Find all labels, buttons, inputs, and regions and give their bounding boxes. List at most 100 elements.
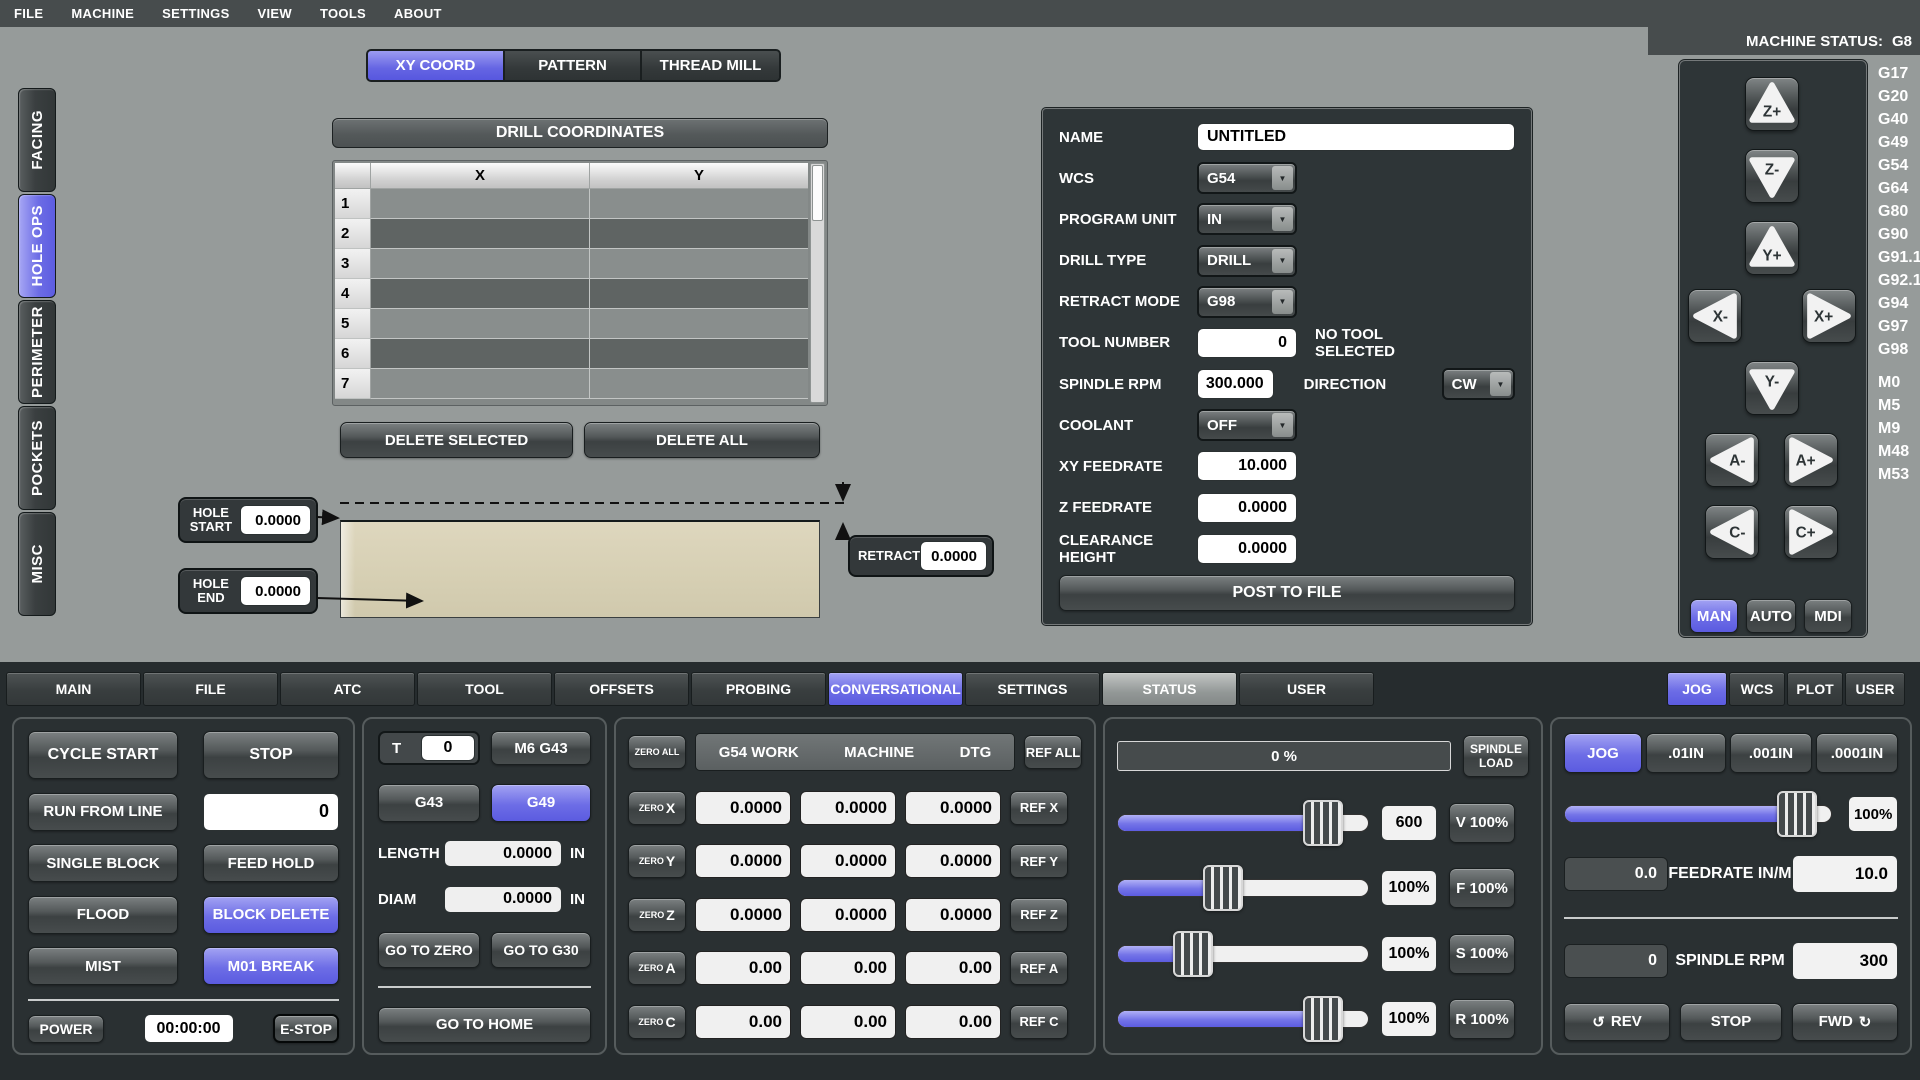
ref-y-button[interactable]: REF Y: [1010, 844, 1068, 878]
tab-status[interactable]: STATUS: [1102, 672, 1237, 706]
jog-a-plus-button[interactable]: A+: [1784, 433, 1838, 487]
ref-c-button[interactable]: REF C: [1010, 1005, 1068, 1039]
tab-thread-mill[interactable]: THREAD MILL: [642, 51, 779, 80]
jog-c-minus-button[interactable]: C-: [1705, 505, 1759, 559]
z-feedrate-input[interactable]: 0.0000: [1197, 493, 1297, 523]
tab-facing[interactable]: FACING: [18, 88, 56, 192]
jog-z-minus-button[interactable]: Z-: [1745, 149, 1799, 203]
spindle-rev-button[interactable]: ↺ REV: [1564, 1003, 1670, 1041]
tab-plot-view[interactable]: PLOT: [1787, 672, 1843, 706]
column-header-y[interactable]: Y: [590, 163, 808, 189]
delete-all-button[interactable]: DELETE ALL: [584, 422, 820, 458]
table-cell[interactable]: [590, 279, 808, 309]
increment-01in-button[interactable]: .01IN: [1646, 733, 1726, 773]
table-cell[interactable]: [371, 369, 590, 399]
tab-misc[interactable]: MISC: [18, 512, 56, 616]
zero-x-button[interactable]: ZEROX: [628, 791, 686, 825]
tab-file[interactable]: FILE: [143, 672, 278, 706]
row-number[interactable]: 2: [335, 219, 371, 249]
tab-perimeter[interactable]: PERIMETER: [18, 300, 56, 404]
spindle-load-button[interactable]: SPINDLE LOAD: [1463, 735, 1529, 777]
table-cell[interactable]: [590, 369, 808, 399]
zero-all-button[interactable]: ZERO ALL: [628, 735, 686, 769]
rapid-override-button[interactable]: R 100%: [1449, 999, 1515, 1039]
tool-t-input[interactable]: 0: [421, 735, 475, 761]
tab-main[interactable]: MAIN: [6, 672, 141, 706]
tab-tool[interactable]: TOOL: [417, 672, 552, 706]
jog-y-plus-button[interactable]: Y+: [1745, 221, 1799, 275]
row-number[interactable]: 1: [335, 189, 371, 219]
table-cell[interactable]: [590, 339, 808, 369]
spindle-fwd-button[interactable]: FWD ↻: [1792, 1003, 1898, 1041]
table-cell[interactable]: [590, 219, 808, 249]
tab-settings[interactable]: SETTINGS: [965, 672, 1100, 706]
velocity-slider[interactable]: [1117, 814, 1369, 832]
table-cell[interactable]: [371, 339, 590, 369]
g43-button[interactable]: G43: [378, 784, 480, 822]
tab-probing[interactable]: PROBING: [691, 672, 826, 706]
xy-feedrate-input[interactable]: 10.000: [1197, 451, 1297, 481]
jog-y-minus-button[interactable]: Y-: [1745, 361, 1799, 415]
menu-machine[interactable]: MACHINE: [71, 6, 134, 21]
spindle-set-input[interactable]: 300: [1792, 942, 1898, 980]
feedrate-set-input[interactable]: 10.0: [1792, 855, 1898, 893]
slider-handle[interactable]: [1173, 931, 1213, 977]
velocity-override-button[interactable]: V 100%: [1449, 803, 1515, 843]
increment-001in-button[interactable]: .001IN: [1730, 733, 1812, 773]
delete-selected-button[interactable]: DELETE SELECTED: [340, 422, 573, 458]
m01-break-button[interactable]: M01 BREAK: [203, 947, 339, 985]
jog-rate-slider[interactable]: [1564, 805, 1832, 823]
block-delete-button[interactable]: BLOCK DELETE: [203, 896, 339, 934]
slider-handle[interactable]: [1303, 996, 1343, 1042]
ref-a-button[interactable]: REF A: [1010, 951, 1068, 985]
cycle-start-button[interactable]: CYCLE START: [28, 731, 178, 779]
column-header-x[interactable]: X: [371, 163, 590, 189]
direction-dropdown[interactable]: CW ▼: [1442, 368, 1515, 400]
menu-tools[interactable]: TOOLS: [320, 6, 366, 21]
zero-y-button[interactable]: ZEROY: [628, 844, 686, 878]
drill-type-dropdown[interactable]: DRILL ▼: [1197, 245, 1297, 277]
ref-all-button[interactable]: REF ALL: [1024, 735, 1082, 769]
power-button[interactable]: POWER: [28, 1015, 104, 1043]
row-number[interactable]: 6: [335, 339, 371, 369]
rapid-slider[interactable]: [1117, 1010, 1369, 1028]
tab-hole-ops[interactable]: HOLE OPS: [18, 194, 56, 298]
feed-hold-button[interactable]: FEED HOLD: [203, 844, 339, 882]
tab-xy-coord[interactable]: XY COORD: [368, 51, 505, 80]
run-from-line-button[interactable]: RUN FROM LINE: [28, 793, 178, 831]
spindle-rpm-input[interactable]: 300.000: [1197, 369, 1274, 399]
name-input[interactable]: UNTITLED: [1197, 123, 1515, 151]
zero-c-button[interactable]: ZEROC: [628, 1005, 686, 1039]
menu-view[interactable]: VIEW: [258, 6, 292, 21]
tab-jog-view[interactable]: JOG: [1667, 672, 1727, 706]
menu-about[interactable]: ABOUT: [394, 6, 442, 21]
go-to-g30-button[interactable]: GO TO G30: [491, 932, 591, 968]
coolant-dropdown[interactable]: OFF ▼: [1197, 409, 1297, 441]
mode-mdi-button[interactable]: MDI: [1804, 599, 1852, 633]
table-scrollbar[interactable]: [810, 163, 825, 403]
retract-mode-dropdown[interactable]: G98 ▼: [1197, 286, 1297, 318]
increment-0001in-button[interactable]: .0001IN: [1816, 733, 1898, 773]
table-cell[interactable]: [371, 249, 590, 279]
table-cell[interactable]: [371, 189, 590, 219]
mode-auto-button[interactable]: AUTO: [1746, 599, 1796, 633]
zero-z-button[interactable]: ZEROZ: [628, 898, 686, 932]
table-cell[interactable]: [590, 309, 808, 339]
feed-slider[interactable]: [1117, 879, 1369, 897]
tool-number-input[interactable]: 0: [1197, 328, 1297, 358]
ref-z-button[interactable]: REF Z: [1010, 898, 1068, 932]
run-line-input[interactable]: 0: [203, 793, 339, 831]
ref-x-button[interactable]: REF X: [1010, 791, 1068, 825]
table-cell[interactable]: [371, 279, 590, 309]
table-cell[interactable]: [371, 309, 590, 339]
jog-mode-button[interactable]: JOG: [1564, 733, 1642, 773]
single-block-button[interactable]: SINGLE BLOCK: [28, 844, 178, 882]
row-number[interactable]: 7: [335, 369, 371, 399]
tab-pattern[interactable]: PATTERN: [505, 51, 642, 80]
zero-a-button[interactable]: ZEROA: [628, 951, 686, 985]
feed-override-button[interactable]: F 100%: [1449, 868, 1515, 908]
flood-button[interactable]: FLOOD: [28, 896, 178, 934]
spindle-slider[interactable]: [1117, 945, 1369, 963]
tab-pockets[interactable]: POCKETS: [18, 406, 56, 510]
jog-c-plus-button[interactable]: C+: [1784, 505, 1838, 559]
